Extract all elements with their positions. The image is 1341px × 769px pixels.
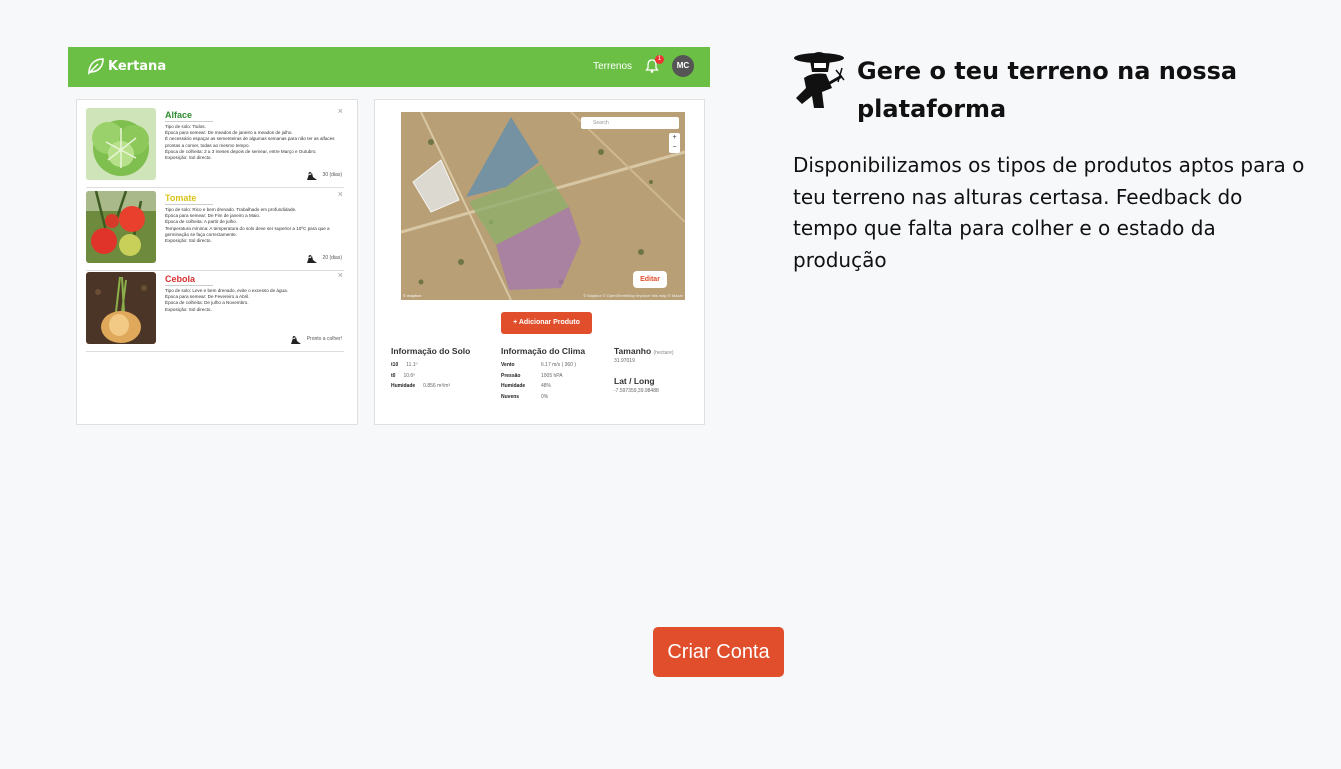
crop-description: Tipo de solo: Rico e bem drenado. Trabal… <box>165 207 330 244</box>
notifications-button[interactable]: 1 <box>644 55 664 74</box>
mapbox-logo[interactable]: © mapbox <box>403 293 421 298</box>
hero-description: Disponibilizamos os tipos de produtos ap… <box>793 153 1305 272</box>
crop-name: Tomate <box>165 193 213 205</box>
brand-logo[interactable]: Kertana <box>86 56 166 76</box>
crop-harvest-info: 20 (dias) <box>305 251 342 264</box>
create-account-button[interactable]: Criar Conta <box>653 627 784 677</box>
zoom-out-button[interactable]: − <box>669 143 680 153</box>
avatar[interactable]: MC <box>672 55 694 77</box>
onion-image <box>86 272 156 344</box>
crop-description: Tipo de solo: Todos. Época para semear: … <box>165 124 335 161</box>
soil-info: Informação do Solo t10 11.1º t0 10.6º Humi… <box>391 346 470 392</box>
edit-button[interactable]: Editar <box>633 271 667 288</box>
notification-badge: 1 <box>655 55 664 64</box>
close-icon[interactable]: × <box>338 106 343 116</box>
map-zoom-controls[interactable]: + − <box>669 133 680 153</box>
crop-days: 30 (dias) <box>322 171 342 178</box>
crop-days: 20 (dias) <box>322 254 342 261</box>
soil-info-title: Informação do Solo <box>391 346 471 356</box>
close-icon[interactable]: × <box>338 189 343 199</box>
soil-row: t0 10.6º <box>391 372 416 379</box>
leaf-icon <box>88 58 104 75</box>
crop-list-card: Alface Tipo de solo: Todos. Época para s… <box>76 99 358 425</box>
crop-days: Pronto a colher! <box>306 335 342 342</box>
climate-row: Pressão 1005 hPA <box>501 372 563 379</box>
farmer-icon <box>306 172 317 180</box>
crop-name: Alface <box>165 110 213 122</box>
crop-description: Tipo de solo: Leve e bem drenado, evite … <box>165 288 288 312</box>
crop-item-cebola[interactable]: Cebola Tipo de solo: Leve e bem drenado,… <box>86 270 344 352</box>
crop-item-alface[interactable]: Alface Tipo de solo: Todos. Época para s… <box>86 106 344 188</box>
map-attribution[interactable]: © Mapbox © OpenStreetMap Improve this ma… <box>583 293 683 298</box>
soil-row: t10 11.1º <box>391 362 418 368</box>
size-info: Tamanho (hectare) 31.97019 Lat / Long -7… <box>614 346 674 394</box>
soil-row: Humidade 0.856 m³/m³ <box>391 383 451 389</box>
crop-harvest-info: 30 (dias) <box>305 168 342 181</box>
zoom-in-button[interactable]: + <box>669 133 680 143</box>
map-search-input[interactable]: Search <box>581 117 679 129</box>
top-navbar: Kertana Terrenos 1 MC <box>68 47 710 87</box>
tomato-image <box>86 191 156 263</box>
latlong-title: Lat / Long <box>614 376 655 386</box>
crop-harvest-info: Pronto a colher! <box>289 332 342 345</box>
climate-row: Humidade 48% <box>501 383 552 389</box>
lettuce-image <box>86 108 156 180</box>
hero-title: Gere o teu terreno na nossa plataforma <box>857 57 1238 123</box>
app-preview: Kertana Terrenos 1 MC Alface Tipo de sol… <box>68 47 710 427</box>
crop-name: Cebola <box>165 274 213 286</box>
farmer-icon <box>306 255 317 263</box>
size-info-title: Tamanho (hectare) <box>614 346 674 356</box>
climate-info: Informação do Clima Vento 6.17 m/s ( 360 … <box>501 346 585 402</box>
size-value: 31.97019 <box>614 358 635 364</box>
add-product-button[interactable]: + Adicionar Produto <box>501 312 592 334</box>
latlong-value: -7.597359,39.98488 <box>614 388 659 394</box>
climate-info-title: Informação do Clima <box>501 346 586 356</box>
brand-name: Kertana <box>108 58 167 74</box>
climate-row: Vento 6.17 m/s ( 360 ) <box>501 362 577 368</box>
crop-item-tomate[interactable]: Tomate Tipo de solo: Rico e bem drenado.… <box>86 189 344 271</box>
climate-row: Nuvens 0% <box>501 393 549 400</box>
farmer-icon <box>290 336 301 344</box>
close-icon[interactable]: × <box>338 270 343 280</box>
nav-terrenos[interactable]: Terrenos <box>593 61 632 72</box>
satellite-map[interactable]: Search + − Editar © mapbox © Mapbox © Op… <box>401 112 685 300</box>
terrain-card: Search + − Editar © mapbox © Mapbox © Op… <box>374 99 705 425</box>
farmer-icon <box>794 52 845 108</box>
